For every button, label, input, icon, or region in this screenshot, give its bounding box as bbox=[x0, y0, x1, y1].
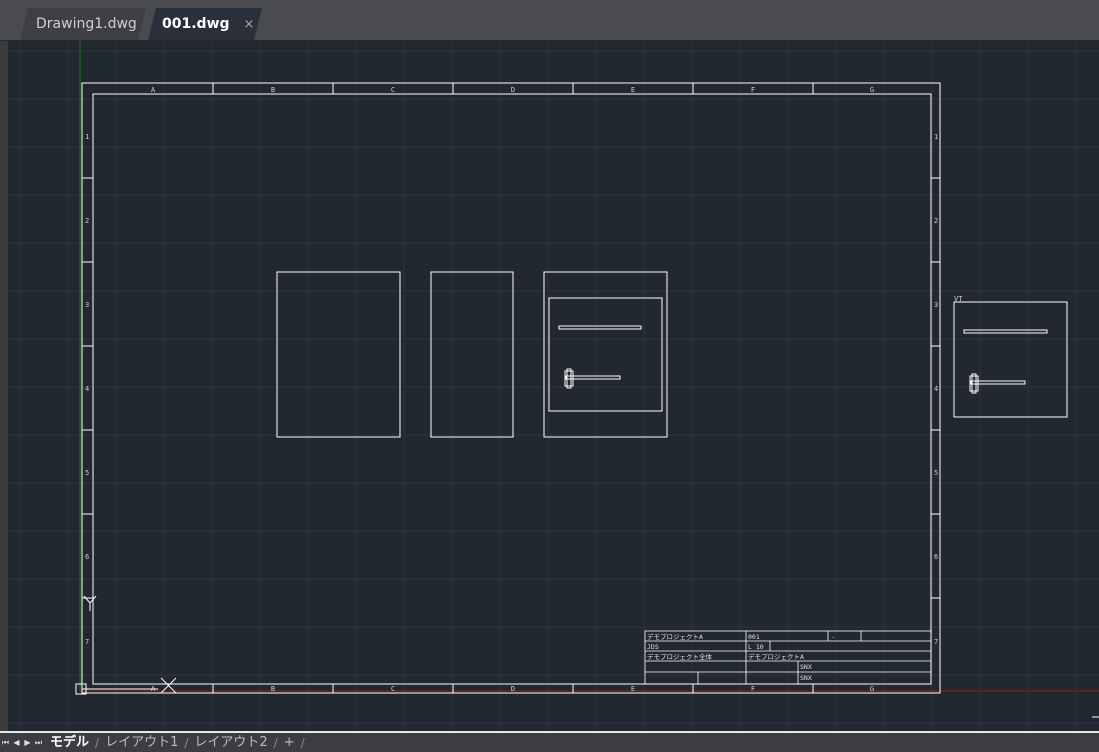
row-label-left: 6 bbox=[85, 553, 89, 561]
first-layout-icon[interactable]: ⏮ bbox=[0, 738, 11, 748]
tb-scale: L 10 bbox=[748, 643, 764, 651]
tb-project-name: デモプロジェクトA bbox=[748, 652, 804, 661]
prev-layout-icon[interactable]: ◀ bbox=[11, 738, 22, 747]
view-box-1 bbox=[276, 271, 401, 438]
column-label-bottom: E bbox=[631, 685, 635, 693]
row-label-right: 1 bbox=[934, 133, 938, 141]
floating-bar-1 bbox=[963, 329, 1048, 334]
row-label-left: 2 bbox=[85, 217, 89, 225]
row-label-right: 5 bbox=[934, 469, 938, 477]
last-layout-icon[interactable]: ⏭ bbox=[33, 738, 44, 748]
tab-001-dwg[interactable]: 001.dwg × bbox=[148, 8, 262, 40]
row-label-left: 3 bbox=[85, 301, 89, 309]
column-label-top: C bbox=[391, 86, 395, 94]
viewport-inner bbox=[548, 297, 663, 412]
tb-number: 001 bbox=[748, 633, 760, 641]
part-bar-2 bbox=[565, 375, 621, 380]
column-label-bottom: G bbox=[870, 685, 874, 693]
row-label-left: 7 bbox=[85, 638, 89, 646]
tab-drawing1[interactable]: Drawing1.dwg bbox=[20, 8, 146, 40]
drawing-canvas[interactable]: AABBCCDDEEFFGG11223344556677 VT デモプロジェクト… bbox=[8, 41, 1099, 731]
tab-layout1[interactable]: レイアウト1 bbox=[99, 734, 184, 751]
row-label-right: 3 bbox=[934, 301, 938, 309]
frame-labels: AABBCCDDEEFFGG1 12 23 34 45 56 67 7 bbox=[85, 86, 938, 693]
tb-checked: SNX bbox=[800, 674, 812, 682]
row-label-left: 1 bbox=[85, 133, 89, 141]
tab-001-label: 001.dwg bbox=[162, 16, 230, 32]
add-layout-button[interactable]: + bbox=[278, 734, 301, 751]
row-label-right: 7 bbox=[934, 638, 938, 646]
tab-separator: / bbox=[300, 735, 305, 750]
view-boxes bbox=[276, 271, 668, 438]
column-label-bottom: C bbox=[391, 685, 395, 693]
layout-tab-bar: ⏮ ◀ ▶ ⏭ モデル / レイアウト1 / レイアウト2 / + / bbox=[0, 731, 1099, 752]
row-label-right: 6 bbox=[934, 553, 938, 561]
tab-model[interactable]: モデル bbox=[44, 734, 95, 751]
tab-drawing1-label: Drawing1.dwg bbox=[36, 16, 137, 32]
viewport-label: VT bbox=[954, 295, 963, 303]
column-label-bottom: B bbox=[271, 685, 275, 693]
frame-ticks bbox=[82, 83, 940, 693]
floating-viewport bbox=[953, 301, 1068, 418]
next-layout-icon[interactable]: ▶ bbox=[22, 738, 33, 747]
column-label-top: G bbox=[870, 86, 874, 94]
inner-border bbox=[92, 93, 932, 685]
column-label-top: B bbox=[271, 86, 275, 94]
column-label-bottom: F bbox=[751, 685, 755, 693]
sheet-frame bbox=[81, 82, 941, 694]
view-box-2 bbox=[430, 271, 514, 438]
column-label-top: D bbox=[511, 86, 515, 94]
row-label-left: 4 bbox=[85, 385, 89, 393]
floating-bar-2 bbox=[970, 380, 1026, 385]
close-icon[interactable]: × bbox=[244, 17, 255, 32]
tb-project-full: デモプロジェクト全体 bbox=[647, 652, 713, 661]
tab-layout2[interactable]: レイアウト2 bbox=[188, 734, 273, 751]
document-tab-bar: Drawing1.dwg 001.dwg × bbox=[0, 0, 1099, 41]
tb-project: デモプロジェクトA bbox=[647, 632, 703, 641]
row-label-right: 4 bbox=[934, 385, 938, 393]
row-label-right: 2 bbox=[934, 217, 938, 225]
row-label-left: 5 bbox=[85, 469, 89, 477]
drawing-svg: AABBCCDDEEFFGG1 12 23 34 45 56 67 7 VT デモプロジェクト… bbox=[8, 41, 1099, 731]
tb-standard: JDS bbox=[647, 643, 659, 651]
ucs-icon bbox=[75, 595, 177, 695]
column-label-bottom: D bbox=[511, 685, 515, 693]
outer-border bbox=[81, 82, 941, 694]
view-box-3 bbox=[543, 271, 668, 438]
tb-revision: - bbox=[831, 633, 835, 641]
floating-viewport-box bbox=[953, 301, 1068, 418]
part-bar-1 bbox=[558, 325, 642, 330]
column-label-top: E bbox=[631, 86, 635, 94]
column-label-top: A bbox=[151, 86, 156, 94]
column-label-top: F bbox=[751, 86, 755, 94]
tb-drawn: SNX bbox=[800, 663, 812, 671]
